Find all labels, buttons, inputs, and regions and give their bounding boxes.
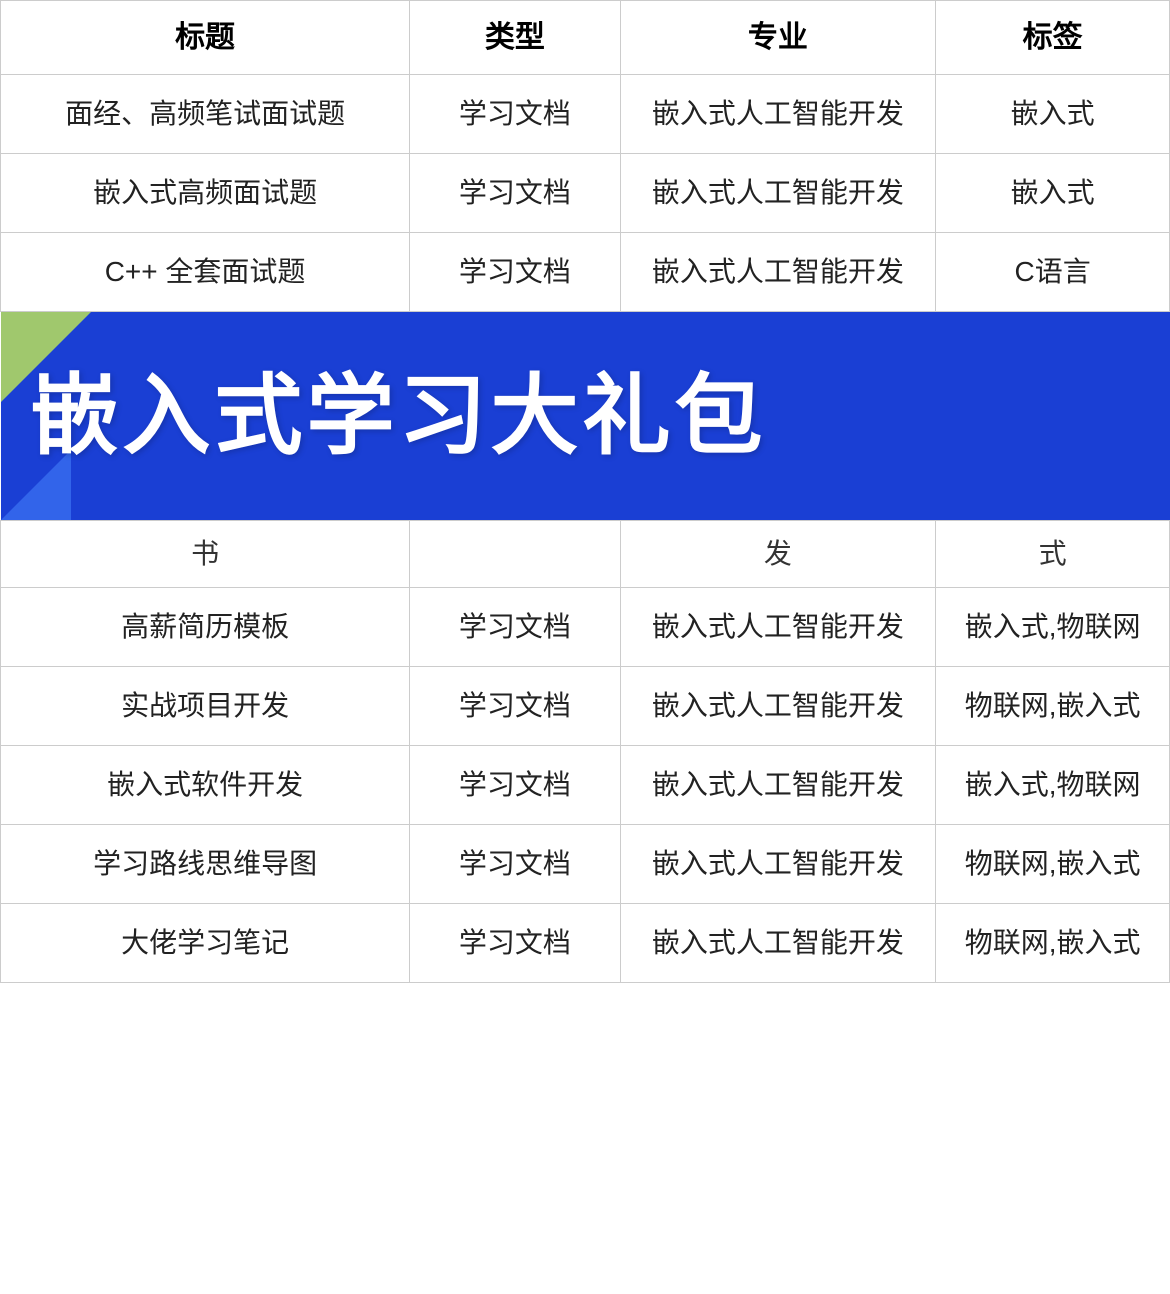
- main-container: 标题 类型 专业 标签 面经、高频笔试面试题 学习文档 嵌入式人工智能开发 嵌入…: [0, 0, 1170, 983]
- content-table: 标题 类型 专业 标签 面经、高频笔试面试题 学习文档 嵌入式人工智能开发 嵌入…: [0, 0, 1170, 983]
- cell-tag: C语言: [936, 233, 1170, 312]
- table-row: 面经、高频笔试面试题 学习文档 嵌入式人工智能开发 嵌入式: [1, 75, 1170, 154]
- cell-title: 大佬学习笔记: [1, 904, 410, 983]
- table-row: 嵌入式高频面试题 学习文档 嵌入式人工智能开发 嵌入式: [1, 154, 1170, 233]
- header-type: 类型: [410, 1, 620, 75]
- table-row: 大佬学习笔记 学习文档 嵌入式人工智能开发 物联网,嵌入式: [1, 904, 1170, 983]
- header-tag: 标签: [936, 1, 1170, 75]
- cell-title: 高薪简历模板: [1, 588, 410, 667]
- cell-title: 面经、高频笔试面试题: [1, 75, 410, 154]
- partial-row: 书 发 式: [1, 521, 1170, 588]
- table-row: C++ 全套面试题 学习文档 嵌入式人工智能开发 C语言: [1, 233, 1170, 312]
- cell-title: 实战项目开发: [1, 667, 410, 746]
- cell-type: 学习文档: [410, 667, 620, 746]
- partial-cell-major: 发: [620, 521, 936, 588]
- cell-tag: 嵌入式,物联网: [936, 746, 1170, 825]
- partial-cell-tag: 式: [936, 521, 1170, 588]
- cell-type: 学习文档: [410, 75, 620, 154]
- cell-tag: 物联网,嵌入式: [936, 825, 1170, 904]
- table-header-row: 标题 类型 专业 标签: [1, 1, 1170, 75]
- cell-tag: 嵌入式: [936, 75, 1170, 154]
- cell-type: 学习文档: [410, 746, 620, 825]
- cell-major: 嵌入式人工智能开发: [620, 588, 936, 667]
- banner-text: 嵌入式学习大礼包: [31, 350, 767, 482]
- table-row: 学习路线思维导图 学习文档 嵌入式人工智能开发 物联网,嵌入式: [1, 825, 1170, 904]
- table-row: 高薪简历模板 学习文档 嵌入式人工智能开发 嵌入式,物联网: [1, 588, 1170, 667]
- cell-type: 学习文档: [410, 904, 620, 983]
- cell-major: 嵌入式人工智能开发: [620, 667, 936, 746]
- banner-row: 嵌入式学习大礼包: [1, 312, 1170, 521]
- cell-tag: 物联网,嵌入式: [936, 667, 1170, 746]
- cell-major: 嵌入式人工智能开发: [620, 904, 936, 983]
- banner-bg: 嵌入式学习大礼包: [1, 312, 1170, 520]
- cell-tag: 嵌入式: [936, 154, 1170, 233]
- table-row: 实战项目开发 学习文档 嵌入式人工智能开发 物联网,嵌入式: [1, 667, 1170, 746]
- cell-type: 学习文档: [410, 825, 620, 904]
- cell-major: 嵌入式人工智能开发: [620, 825, 936, 904]
- partial-cell-title: 书: [1, 521, 410, 588]
- cell-title: 嵌入式高频面试题: [1, 154, 410, 233]
- banner-overlay: 嵌入式学习大礼包: [1, 312, 1170, 520]
- cell-tag: 嵌入式,物联网: [936, 588, 1170, 667]
- cell-major: 嵌入式人工智能开发: [620, 746, 936, 825]
- cell-major: 嵌入式人工智能开发: [620, 75, 936, 154]
- banner-cell: 嵌入式学习大礼包: [1, 312, 1170, 521]
- cell-title: 嵌入式软件开发: [1, 746, 410, 825]
- cell-tag: 物联网,嵌入式: [936, 904, 1170, 983]
- cell-major: 嵌入式人工智能开发: [620, 154, 936, 233]
- cell-type: 学习文档: [410, 588, 620, 667]
- cell-type: 学习文档: [410, 233, 620, 312]
- header-major: 专业: [620, 1, 936, 75]
- partial-cell-type: [410, 521, 620, 588]
- cell-type: 学习文档: [410, 154, 620, 233]
- cell-major: 嵌入式人工智能开发: [620, 233, 936, 312]
- table-row: 嵌入式软件开发 学习文档 嵌入式人工智能开发 嵌入式,物联网: [1, 746, 1170, 825]
- header-title: 标题: [1, 1, 410, 75]
- cell-title: 学习路线思维导图: [1, 825, 410, 904]
- cell-title: C++ 全套面试题: [1, 233, 410, 312]
